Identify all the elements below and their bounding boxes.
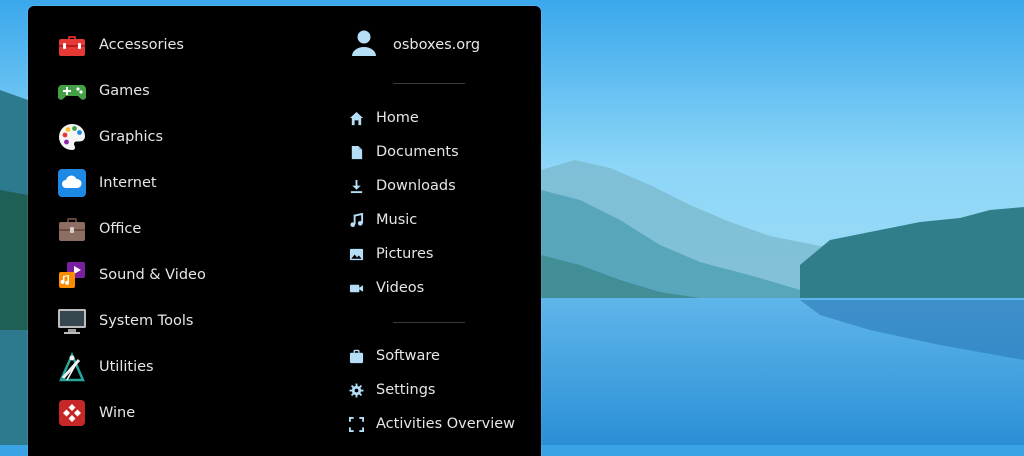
place-documents[interactable]: Documents — [348, 140, 548, 164]
place-label: Home — [376, 110, 419, 126]
category-utilities[interactable]: Utilities — [56, 349, 306, 385]
system-activities-overview[interactable]: Activities Overview — [348, 412, 548, 436]
cloud-icon — [56, 167, 88, 199]
palette-icon — [56, 121, 88, 153]
separator — [393, 322, 465, 323]
category-label: Internet — [99, 175, 157, 191]
system-settings[interactable]: Settings — [348, 378, 548, 402]
category-accessories[interactable]: Accessories — [56, 27, 306, 63]
system-software[interactable]: Software — [348, 344, 548, 368]
software-bag-icon — [348, 348, 364, 364]
category-label: Games — [99, 83, 150, 99]
category-label: System Tools — [99, 313, 194, 329]
category-wine[interactable]: Wine — [56, 395, 306, 431]
place-label: Music — [376, 212, 418, 228]
user-icon — [350, 29, 378, 61]
music-note-icon — [348, 212, 364, 228]
place-label: Downloads — [376, 178, 456, 194]
drafting-tools-icon — [56, 351, 88, 383]
document-icon — [348, 144, 364, 160]
gamepad-icon — [56, 75, 88, 107]
place-downloads[interactable]: Downloads — [348, 174, 548, 198]
monitor-icon — [56, 305, 88, 337]
system-label: Settings — [376, 382, 436, 398]
place-label: Pictures — [376, 246, 434, 262]
place-label: Documents — [376, 144, 459, 160]
applications-menu: Accessories Games Graphics Internet Offi… — [28, 6, 541, 456]
download-icon — [348, 178, 364, 194]
category-label: Office — [99, 221, 142, 237]
category-internet[interactable]: Internet — [56, 165, 306, 201]
category-graphics[interactable]: Graphics — [56, 119, 306, 155]
category-label: Sound & Video — [99, 267, 206, 283]
gear-icon — [348, 382, 364, 398]
category-label: Wine — [99, 405, 136, 421]
user-name: osboxes.org — [393, 37, 481, 53]
category-label: Graphics — [99, 129, 164, 145]
system-label: Software — [376, 348, 440, 364]
category-games[interactable]: Games — [56, 73, 306, 109]
toolbox-icon — [56, 29, 88, 61]
place-pictures[interactable]: Pictures — [348, 242, 548, 266]
home-icon — [348, 110, 364, 126]
briefcase-icon — [56, 213, 88, 245]
image-icon — [348, 246, 364, 262]
category-system-tools[interactable]: System Tools — [56, 303, 306, 339]
category-office[interactable]: Office — [56, 211, 306, 247]
user-account[interactable]: osboxes.org — [350, 28, 480, 62]
separator — [393, 83, 465, 84]
place-videos[interactable]: Videos — [348, 276, 548, 300]
activities-icon — [348, 416, 364, 432]
wine-icon — [56, 397, 88, 429]
video-camera-icon — [348, 280, 364, 296]
place-music[interactable]: Music — [348, 208, 548, 232]
category-label: Accessories — [99, 37, 184, 53]
music-video-icon — [56, 259, 88, 291]
category-label: Utilities — [99, 359, 154, 375]
place-home[interactable]: Home — [348, 106, 548, 130]
category-sound-and-video[interactable]: Sound & Video — [56, 257, 306, 293]
place-label: Videos — [376, 280, 425, 296]
system-label: Activities Overview — [376, 416, 516, 432]
